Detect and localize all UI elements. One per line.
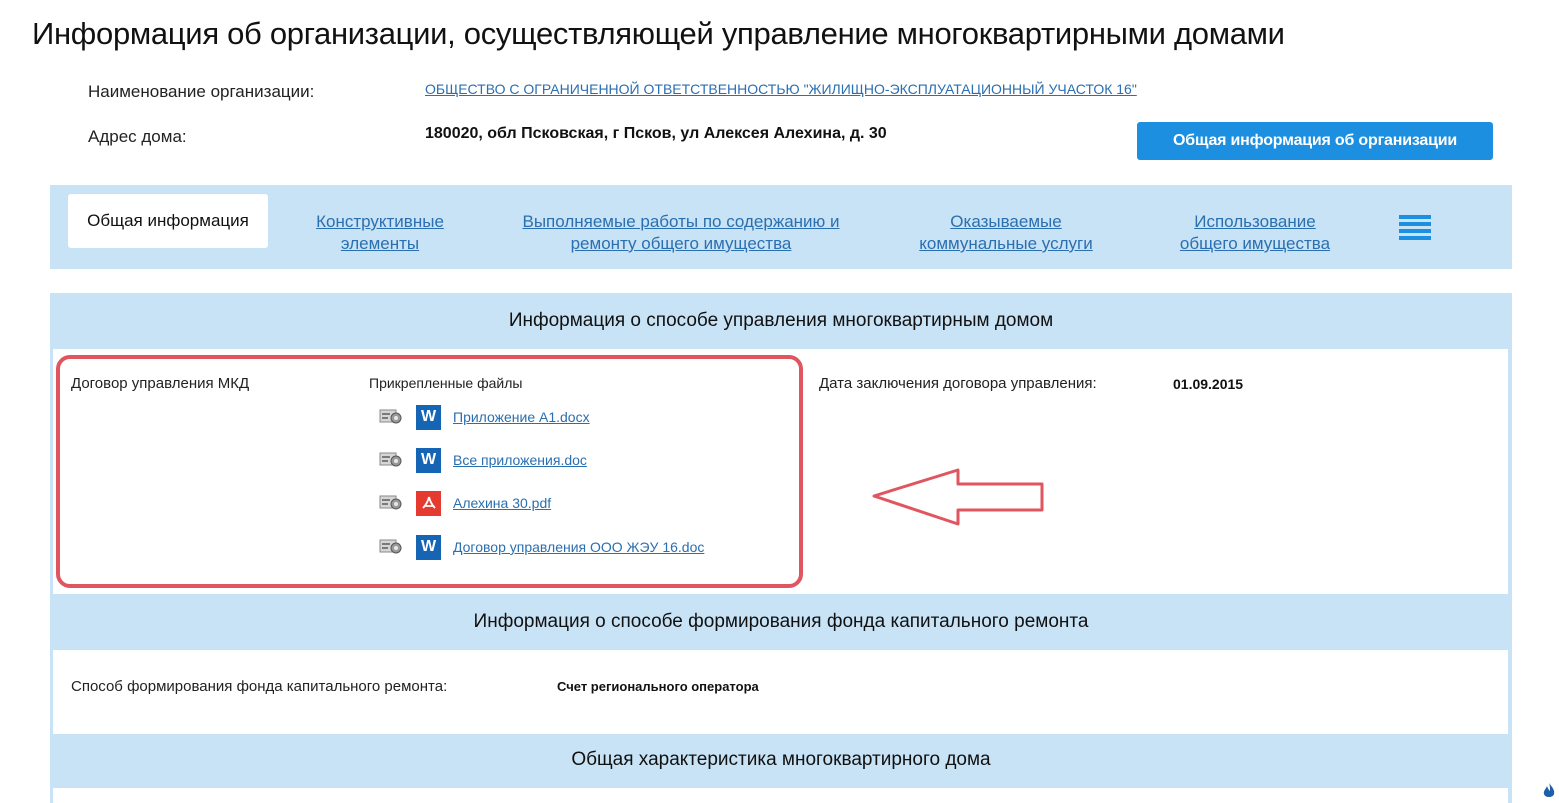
tab-general-info[interactable]: Общая информация xyxy=(68,194,268,248)
tab-utility-services[interactable]: Оказываемые коммунальные услуги xyxy=(910,211,1102,255)
characteristics-section-body xyxy=(53,788,1508,803)
contract-date-value: 01.09.2015 xyxy=(1173,376,1244,392)
tab-bar: Общая информация Конструктивные элементы… xyxy=(50,185,1512,269)
page-title: Информация об организации, осуществляюще… xyxy=(32,16,1285,51)
fund-section-body: Способ формирования фонда капитального р… xyxy=(53,650,1508,734)
tab-label-line2: общего имущества xyxy=(1179,234,1331,253)
flame-icon xyxy=(1543,783,1555,797)
tab-label-line1: Использование xyxy=(1194,212,1316,231)
tab-label-line1: Конструктивные xyxy=(316,212,444,231)
organization-info-button[interactable]: Общая информация об организации xyxy=(1137,122,1493,160)
fund-section-header: Информация о способе формирования фонда … xyxy=(473,611,1089,632)
tab-label-line1: Выполняемые работы по содержанию и xyxy=(522,212,840,231)
house-address-label: Адрес дома: xyxy=(88,127,187,146)
tab-common-property[interactable]: Использование общего имущества xyxy=(1172,211,1338,255)
tab-structural-elements[interactable]: Конструктивные элементы xyxy=(307,211,453,255)
hamburger-menu-icon[interactable] xyxy=(1399,215,1431,245)
characteristics-section-header: Общая характеристика многоквартирного до… xyxy=(571,749,991,770)
fund-method-label: Способ формирования фонда капитального р… xyxy=(71,678,448,695)
tab-label-line1: Оказываемые xyxy=(950,212,1062,231)
arrow-left-icon xyxy=(872,468,1044,526)
highlight-frame xyxy=(56,355,803,588)
fund-method-value: Счет регионального оператора xyxy=(557,679,759,694)
tab-label-line2: элементы xyxy=(340,234,420,253)
house-address-value: 180020, обл Псковская, г Псков, ул Алекс… xyxy=(425,125,887,142)
contract-date-label: Дата заключения договора управления: xyxy=(819,375,1097,392)
organization-name-link[interactable]: ОБЩЕСТВО С ОГРАНИЧЕННОЙ ОТВЕТСТВЕННОСТЬЮ… xyxy=(425,81,1137,97)
tab-maintenance-works[interactable]: Выполняемые работы по содержанию и ремон… xyxy=(504,211,858,255)
tab-label-line2: коммунальные услуги xyxy=(919,234,1093,253)
organization-name-label: Наименование организации: xyxy=(88,82,315,101)
management-section-header: Информация о способе управления многоква… xyxy=(508,310,1054,331)
tab-label-line2: ремонту общего имущества xyxy=(570,234,792,253)
